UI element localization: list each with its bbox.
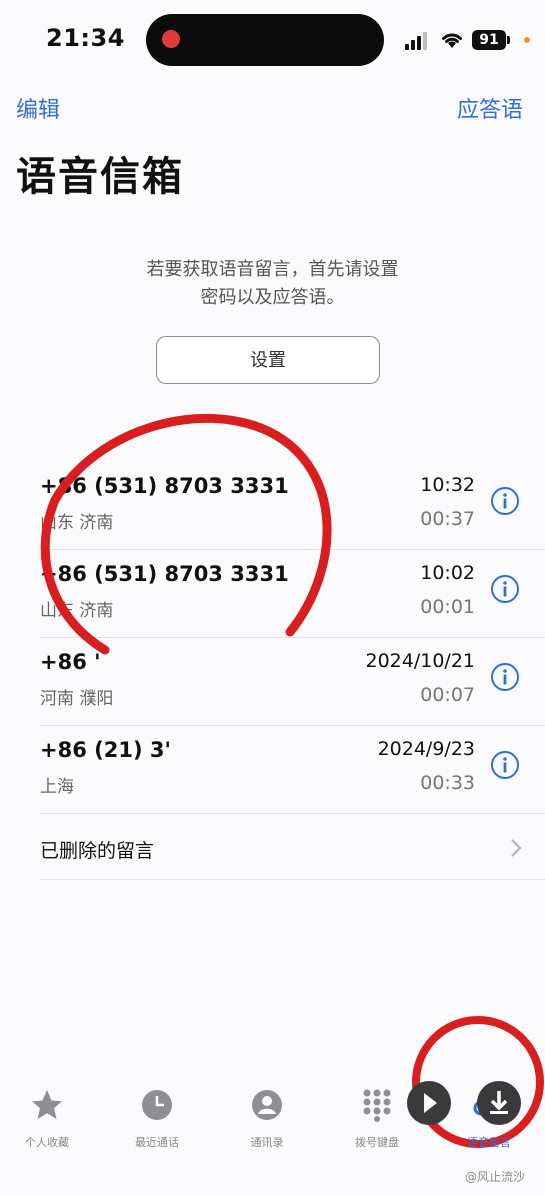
voicemail-row[interactable]: +86 (531) 8703 3331 山东 济南 10:32 00:37: [0, 462, 545, 550]
tab-contacts[interactable]: 通讯录: [222, 1088, 312, 1150]
tab-label: 拨号键盘: [355, 1136, 399, 1149]
battery-tip: [507, 36, 510, 44]
page-title: 语音信箱: [16, 154, 184, 200]
dynamic-island: [146, 14, 384, 66]
play-icon[interactable]: [406, 1080, 452, 1126]
recording-indicator-icon: [162, 30, 180, 48]
tab-favorites[interactable]: 个人收藏: [2, 1088, 92, 1150]
voicemail-row[interactable]: +86 ' 河南 濮阳 2024/10/21 00:07: [0, 638, 545, 726]
greeting-button[interactable]: 应答语: [457, 92, 523, 124]
voicemail-duration: 00:01: [420, 596, 475, 618]
row-divider: [40, 879, 545, 880]
voicemail-time: 10:32: [420, 474, 475, 496]
info-icon[interactable]: [490, 486, 520, 516]
caller-number: +86 (531) 8703 3331: [40, 562, 289, 586]
tab-label: 最近通话: [135, 1136, 179, 1149]
info-icon[interactable]: [490, 662, 520, 692]
tab-label: 个人收藏: [25, 1136, 69, 1149]
tab-label: 语音留言: [467, 1136, 511, 1149]
caller-location: 山东 济南: [40, 513, 114, 533]
voicemail-row[interactable]: +86 (21) 3' 上海 2024/9/23 00:33: [0, 726, 545, 814]
mic-indicator-dot: [524, 37, 530, 43]
tab-label: 通讯录: [250, 1136, 284, 1149]
voicemail-duration: 00:07: [420, 684, 475, 706]
voicemail-row[interactable]: +86 (531) 8703 3331 山东 济南 10:02 00:01: [0, 550, 545, 638]
info-icon[interactable]: [490, 574, 520, 604]
person-icon: [252, 1090, 282, 1120]
caller-number: +86 (21) 3': [40, 738, 171, 762]
setup-prompt-line1: 若要获取语音留言，首先请设置: [146, 259, 399, 280]
chevron-right-icon: [511, 839, 522, 857]
caller-location: 上海: [40, 777, 74, 797]
status-time: 21:34: [46, 24, 125, 52]
caller-number: +86 (531) 8703 3331: [40, 474, 289, 498]
voicemail-duration: 00:37: [420, 508, 475, 530]
voicemail-time: 2024/9/23: [377, 738, 475, 760]
tab-recents[interactable]: 最近通话: [112, 1088, 202, 1150]
setup-button[interactable]: 设置: [156, 336, 380, 384]
caller-location: 山东 济南: [40, 601, 114, 621]
edit-button[interactable]: 编辑: [16, 92, 60, 124]
download-icon[interactable]: [476, 1080, 522, 1126]
caller-location: 河南 濮阳: [40, 689, 114, 709]
battery-level: 91: [472, 30, 506, 50]
setup-prompt: 若要获取语音留言，首先请设置 密码以及应答语。: [0, 256, 545, 312]
cellular-signal-icon: [405, 32, 431, 50]
info-icon[interactable]: [490, 750, 520, 780]
voicemail-time: 10:02: [420, 562, 475, 584]
wifi-icon: [442, 33, 462, 48]
clock-icon: [142, 1090, 172, 1120]
keypad-icon: [363, 1089, 391, 1122]
deleted-messages-row[interactable]: 已删除的留言: [0, 818, 545, 880]
deleted-messages-label: 已删除的留言: [40, 840, 155, 862]
setup-prompt-line2: 密码以及应答语。: [200, 287, 345, 308]
voicemail-time: 2024/10/21: [365, 650, 475, 672]
star-icon: [32, 1090, 62, 1119]
voicemail-duration: 00:33: [420, 772, 475, 794]
watermark: @风止流沙: [464, 1170, 525, 1184]
caller-number: +86 ': [40, 650, 101, 674]
row-divider: [40, 813, 545, 814]
